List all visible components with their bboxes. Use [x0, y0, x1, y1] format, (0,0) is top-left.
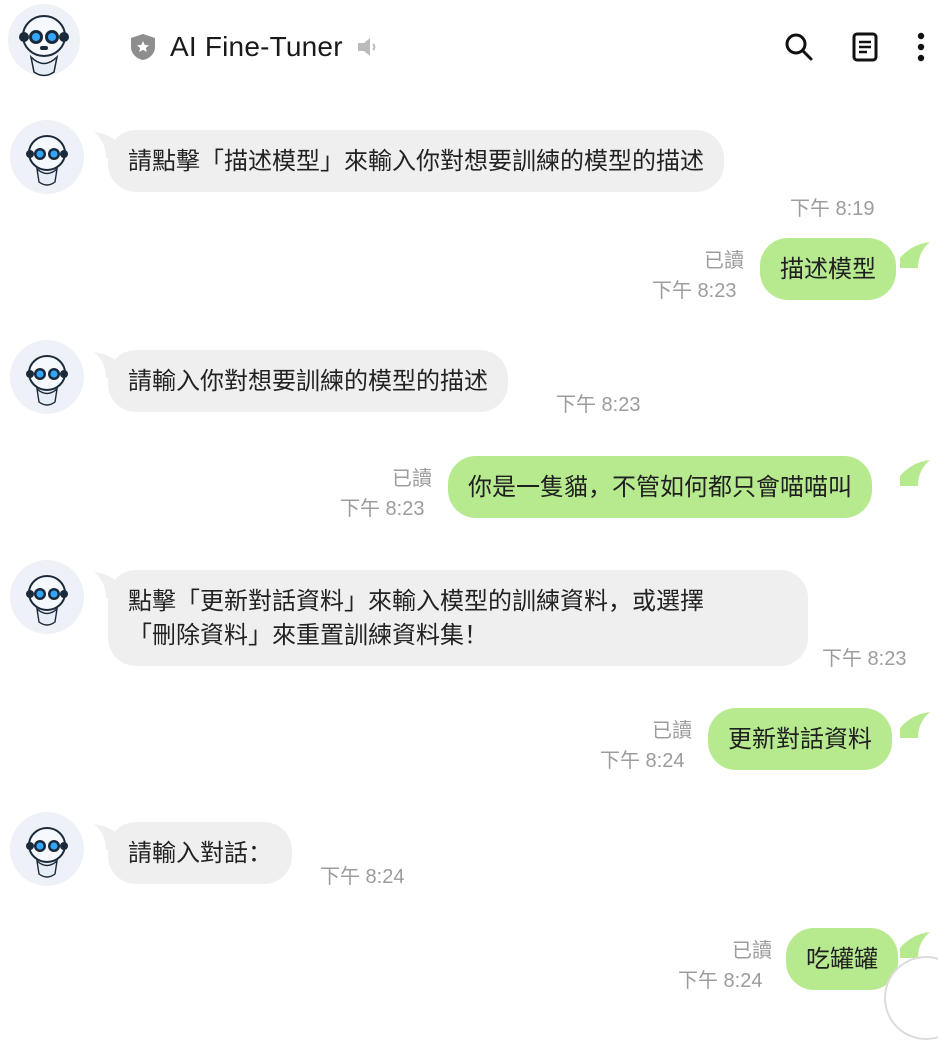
speaker-muted-icon — [357, 38, 376, 56]
notes-icon[interactable] — [848, 30, 882, 64]
bot-avatar-icon[interactable] — [10, 340, 84, 414]
bot-avatar-icon[interactable] — [8, 0, 80, 94]
timestamp: 下午 8:23 — [556, 394, 641, 416]
bot-avatar-icon[interactable] — [10, 560, 84, 634]
message-bubble[interactable]: 點擊「更新對話資料」來輸入模型的訓練資料，或選擇 「刪除資料」來重置訓練資料集！ — [108, 570, 808, 666]
message-text: 吃罐罐 — [806, 945, 878, 973]
message-bubble[interactable]: 描述模型 — [760, 238, 896, 300]
message-list: 請點擊「描述模型」來輸入你對想要訓練的模型的描述 下午 8:19 已讀 下午 8… — [0, 96, 938, 1040]
more-vert-icon[interactable] — [914, 30, 928, 64]
message-bubble[interactable]: 更新對話資料 — [708, 708, 892, 770]
message-text-line: 「刪除資料」來重置訓練資料集！ — [128, 621, 488, 649]
message-bubble[interactable]: 請輸入你對想要訓練的模型的描述 — [108, 350, 508, 412]
timestamp: 下午 8:24 — [320, 866, 405, 888]
read-receipt: 已讀 — [732, 938, 772, 962]
shield-icon — [131, 34, 155, 60]
message-text: 請輸入對話： — [128, 839, 272, 867]
message-text: 更新對話資料 — [728, 725, 872, 753]
timestamp: 下午 8:19 — [790, 198, 875, 220]
timestamp: 下午 8:24 — [678, 970, 763, 992]
read-receipt: 已讀 — [652, 718, 692, 742]
message-text: 請輸入你對想要訓練的模型的描述 — [128, 367, 488, 395]
message-bubble[interactable]: 請輸入對話： — [108, 822, 292, 884]
read-receipt: 已讀 — [392, 466, 432, 490]
bubble-tail — [900, 932, 930, 958]
message-bubble[interactable]: 請點擊「描述模型」來輸入你對想要訓練的模型的描述 — [108, 130, 724, 192]
message-bubble[interactable]: 吃罐罐 — [786, 928, 898, 990]
message-text-line: 點擊「更新對話資料」來輸入模型的訓練資料，或選擇 — [128, 587, 704, 615]
bubble-tail — [900, 460, 930, 486]
read-receipt: 已讀 — [704, 248, 744, 272]
chat-header: AI Fine-Tuner — [0, 0, 938, 96]
bot-avatar-icon[interactable] — [10, 120, 84, 194]
bubble-tail — [900, 712, 930, 738]
message-text: 請點擊「描述模型」來輸入你對想要訓練的模型的描述 — [128, 147, 704, 175]
timestamp: 下午 8:23 — [822, 648, 907, 670]
bot-avatar-icon[interactable] — [10, 812, 84, 886]
page-title: AI Fine-Tuner — [170, 31, 343, 62]
message-text: 你是一隻貓，不管如何都只會喵喵叫 — [468, 473, 852, 501]
bubble-tail — [900, 242, 930, 268]
timestamp: 下午 8:23 — [340, 498, 425, 520]
message-text: 描述模型 — [780, 255, 876, 283]
chat-title[interactable]: AI Fine-Tuner — [128, 28, 381, 66]
timestamp: 下午 8:23 — [652, 280, 737, 302]
search-icon[interactable] — [782, 30, 816, 64]
message-bubble[interactable]: 你是一隻貓，不管如何都只會喵喵叫 — [448, 456, 872, 518]
timestamp: 下午 8:24 — [600, 750, 685, 772]
